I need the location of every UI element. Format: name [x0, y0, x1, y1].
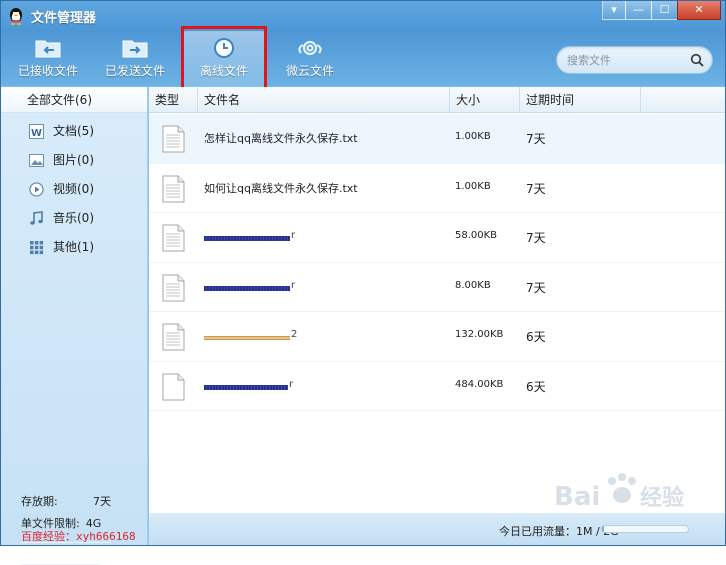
- file-expire: 7天: [526, 231, 546, 245]
- close-button[interactable]: ✕: [677, 1, 721, 20]
- sidebar-item-label: 视频(0): [53, 182, 94, 196]
- text-file-icon: [162, 175, 185, 202]
- table-row[interactable]: r 58.00KB 7天: [149, 213, 725, 263]
- title-bar: 文件管理器 ▾ — ☐ ✕: [1, 1, 725, 31]
- file-list: 类型 文件名 大小 过期时间 怎样让qq离线文件永久保存.txt 1.00KB …: [149, 87, 725, 513]
- text-file-icon: [162, 224, 185, 252]
- sidebar-item-label: 图片(0): [53, 153, 94, 167]
- table-row[interactable]: r 484.00KB 6天: [149, 362, 725, 411]
- file-rows: 怎样让qq离线文件永久保存.txt 1.00KB 7天 如何让qq离线文件永久保…: [149, 114, 725, 411]
- sidebar-item-other[interactable]: 其他(1): [1, 233, 147, 262]
- column-header-size[interactable]: 大小: [450, 87, 520, 113]
- file-size: 8.00KB: [455, 279, 491, 291]
- search-box[interactable]: [556, 46, 713, 74]
- sent-folder-icon: [122, 40, 148, 58]
- file-size: 484.00KB: [455, 378, 504, 390]
- sidebar-item-label: 音乐(0): [53, 211, 94, 225]
- sidebar-item-all[interactable]: 全部文件(6): [1, 87, 147, 113]
- sidebar-item-music[interactable]: 音乐(0): [1, 204, 147, 233]
- file-name-tail: r: [291, 230, 296, 241]
- file-expire: 7天: [526, 132, 546, 146]
- sent-files-button[interactable]: 已发送文件: [94, 31, 176, 87]
- qq-penguin-icon: [10, 8, 22, 25]
- table-row[interactable]: r 8.00KB 7天: [149, 263, 725, 312]
- music-icon: [30, 211, 43, 225]
- word-doc-icon: W: [29, 124, 44, 139]
- sidebar-item-pictures[interactable]: 图片(0): [1, 146, 147, 175]
- text-file-icon: [162, 274, 185, 301]
- svg-text:经验: 经验: [640, 485, 684, 511]
- file-name-tail: 2: [291, 329, 298, 340]
- other-grid-icon: [30, 241, 44, 255]
- file-expire: 6天: [526, 330, 546, 344]
- redacted-file-name: [204, 336, 290, 340]
- file-size: 1.00KB: [455, 180, 491, 192]
- file-name: 如何让qq离线文件永久保存.txt: [204, 181, 358, 195]
- column-header-type[interactable]: 类型: [149, 87, 198, 113]
- window-controls: ▾ — ☐ ✕: [602, 1, 721, 20]
- column-header-expire[interactable]: 过期时间: [520, 87, 641, 113]
- file-size: 1.00KB: [455, 131, 491, 142]
- search-icon[interactable]: [690, 53, 704, 67]
- column-header-name[interactable]: 文件名: [198, 87, 450, 113]
- table-row[interactable]: 如何让qq离线文件永久保存.txt 1.00KB 7天: [149, 164, 725, 213]
- traffic-progress-fill: [602, 526, 604, 532]
- redacted-file-name: [204, 236, 290, 241]
- window-title: 文件管理器: [31, 11, 97, 26]
- sidebar-item-label: 文档(5): [53, 124, 94, 138]
- text-file-icon: [162, 125, 185, 153]
- sidebar-item-videos[interactable]: 视频(0): [1, 175, 147, 204]
- picture-icon: [29, 154, 44, 167]
- table-row[interactable]: 2 132.00KB 6天: [149, 312, 725, 362]
- traffic-progress-bar: [601, 525, 689, 533]
- file-name: 怎样让qq离线文件永久保存.txt: [204, 132, 358, 145]
- table-header: 类型 文件名 大小 过期时间: [149, 87, 725, 113]
- weiyun-files-button[interactable]: 微云文件: [269, 31, 351, 87]
- sent-files-label: 已发送文件: [104, 64, 165, 78]
- weiyun-files-label: 微云文件: [285, 64, 334, 78]
- baidu-paw-watermark: Bai 经验: [554, 473, 684, 512]
- file-name-tail: r: [291, 279, 296, 291]
- text-file-icon: [162, 323, 185, 351]
- file-expire: 7天: [526, 280, 546, 295]
- file-name-tail: r: [289, 378, 294, 390]
- sidebar-item-documents[interactable]: W 文档(5): [1, 117, 147, 146]
- video-icon: [29, 182, 44, 197]
- search-input[interactable]: [567, 52, 685, 69]
- file-manager-window: 文件管理器 ▾ — ☐ ✕ 已接收文件 已发送文件 离线文件 微云文件 搜索文件…: [0, 0, 726, 565]
- svg-text:Bai: Bai: [554, 482, 600, 512]
- minimize-button[interactable]: —: [625, 1, 652, 20]
- cloud-icon: [298, 41, 322, 55]
- file-expire: 7天: [526, 181, 546, 196]
- retention-label: 存放期:: [21, 495, 58, 508]
- status-bar: 今日已用流量：1M / 2G: [149, 513, 725, 545]
- sidebar-item-label: 其他(1): [53, 240, 94, 254]
- baidu-watermark-text: 百度经验：xyh666168: [21, 530, 136, 543]
- received-files-label: 已接收文件: [17, 64, 78, 78]
- maximize-button[interactable]: ☐: [651, 1, 678, 20]
- blank-file-icon: [162, 373, 185, 400]
- red-highlight-box: [181, 26, 267, 90]
- file-size: 132.00KB: [455, 329, 504, 340]
- redacted-file-name: [204, 384, 288, 390]
- retention-value: 7天: [93, 495, 111, 508]
- file-expire: 6天: [526, 379, 546, 394]
- redacted-file-name: [204, 285, 290, 291]
- svg-text:W: W: [31, 128, 42, 139]
- received-files-button[interactable]: 已接收文件: [7, 31, 89, 87]
- sidebar: 全部文件(6) W 文档(5) 图片(0) 视频(0) 音乐(0) 其他(1) …: [1, 87, 148, 565]
- menu-button[interactable]: ▾: [602, 1, 626, 20]
- file-size: 58.00KB: [455, 230, 498, 241]
- table-row[interactable]: 怎样让qq离线文件永久保存.txt 1.00KB 7天: [149, 114, 725, 164]
- received-folder-icon: [35, 40, 61, 58]
